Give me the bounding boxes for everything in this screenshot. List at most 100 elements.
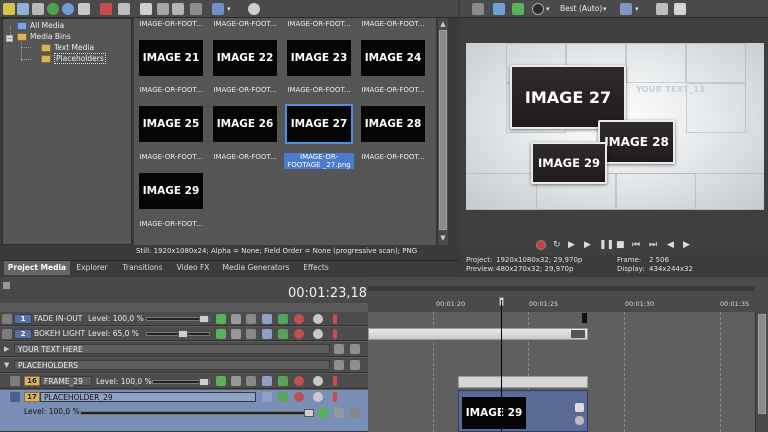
stop-media-icon[interactable] [157,3,169,15]
media-thumbnail[interactable]: IMAGE 24 [361,40,425,76]
clip-fx-icon[interactable] [571,330,585,338]
bokeh-light-clip[interactable] [368,328,588,340]
solo-icon[interactable] [333,314,337,324]
expand-group-icon[interactable]: ▶ [4,345,9,353]
media-thumbnail[interactable]: IMAGE 27 [287,106,351,142]
preview-quality-select[interactable]: Best (Auto) [560,4,602,13]
group-settings-icon[interactable] [334,344,344,354]
track-fx-icon[interactable] [216,376,226,386]
pause-icon[interactable]: ❚❚ [599,240,614,250]
track-motion-icon[interactable] [278,376,288,386]
track-name[interactable]: BOKEH LIGHT [34,329,85,338]
level-slider[interactable] [80,411,310,415]
composite-icon[interactable] [350,408,360,418]
solo-icon[interactable] [333,329,337,339]
capture-icon[interactable] [32,3,44,15]
next-frame-icon[interactable]: ▶ [683,240,693,250]
chevron-down-icon[interactable]: ▾ [546,5,550,13]
track-placeholder-29[interactable]: 17 PLACEHOLDER_29 Level: 100,0 % [0,390,368,432]
expand-track-icon[interactable] [2,314,12,324]
media-thumbnail[interactable]: IMAGE 28 [361,106,425,142]
chevron-down-icon[interactable]: ▾ [603,5,607,13]
compositing-mode-icon[interactable] [262,329,272,339]
refresh-icon[interactable] [62,3,74,15]
mute-icon[interactable] [313,376,323,386]
tab-project-media[interactable]: Project Media [4,261,70,275]
track-group-name[interactable]: YOUR TEXT HERE [14,344,330,354]
event-pan-crop-icon[interactable] [575,403,584,412]
composite-icon[interactable] [246,314,256,324]
level-slider-knob[interactable] [199,315,209,323]
timeline-vertical-scrollbar[interactable] [755,312,768,432]
track-name[interactable]: PLACEHOLDER_29 [40,392,256,402]
solo-icon[interactable] [333,376,337,386]
media-thumbnail[interactable]: IMAGE 21 [139,40,203,76]
media-item-caption[interactable]: IMAGE-OR-FOOT... [136,86,206,94]
track-group-placeholders[interactable]: ▼ PLACEHOLDERS [0,358,368,373]
collapse-group-icon[interactable]: ▼ [4,361,9,369]
media-item-caption[interactable]: IMAGE-OR-FOOT... [358,86,428,94]
media-item-caption[interactable]: IMAGE-OR-FOOT... [136,220,206,228]
motion-icon[interactable] [334,408,344,418]
media-item-caption[interactable]: IMAGE-OR-FOOT... [210,20,280,28]
properties-icon[interactable] [472,3,484,15]
level-slider-knob[interactable] [304,409,314,417]
track-motion-icon[interactable] [278,329,288,339]
composite-icon[interactable] [246,376,256,386]
media-item-caption[interactable]: IMAGE-OR-FOOT... [210,86,280,94]
media-item-caption[interactable]: IMAGE-OR-FOOT... [358,20,428,28]
tab-video-fx[interactable]: Video FX [172,261,214,275]
track-group-your-text-here[interactable]: ▶ YOUR TEXT HERE [0,342,368,357]
scroll-thumb[interactable] [439,30,447,230]
save-snapshot-icon[interactable] [674,3,686,15]
split-screen-icon[interactable] [532,3,544,15]
media-thumbnail[interactable]: IMAGE 25 [139,106,203,142]
expand-track-icon[interactable] [10,376,20,386]
auto-preview-icon[interactable] [172,3,184,15]
media-item-caption[interactable]: IMAGE-OR-FOOT... [136,153,206,161]
settings-icon[interactable] [294,314,304,324]
play-media-icon[interactable] [140,3,152,15]
copy-snapshot-icon[interactable] [656,3,668,15]
overlays-icon[interactable] [620,3,632,15]
track-fx-icon[interactable] [318,408,328,418]
settings-icon[interactable] [294,329,304,339]
record-icon[interactable] [536,240,546,250]
settings-icon[interactable] [294,376,304,386]
go-to-start-icon[interactable]: ⏮ [632,240,642,250]
level-slider-knob[interactable] [178,330,188,338]
expand-track-icon[interactable] [10,392,20,402]
tree-item-all-media[interactable]: All Media [17,20,64,31]
tab-effects[interactable]: Effects [298,261,334,275]
scroll-thumb[interactable] [758,314,766,414]
media-thumbnail[interactable]: IMAGE 26 [213,106,277,142]
frame-29-clip[interactable] [458,376,588,388]
compositing-mode-icon[interactable] [262,314,272,324]
media-item-caption[interactable]: IMAGE-OR-FOOT... [284,86,354,94]
compositing-mode-icon[interactable] [262,392,272,402]
track-header-size-icon[interactable] [3,282,10,289]
track-group-name[interactable]: PLACEHOLDERS [14,360,330,370]
delete-icon[interactable] [100,3,112,15]
event-fx-icon[interactable] [575,416,584,425]
track-bokeh-light[interactable]: 2 BOKEH LIGHT Level: 65,0 % [0,327,368,341]
play-icon[interactable]: ▶ [584,240,594,250]
group-options-icon[interactable] [350,344,360,354]
media-fx-icon[interactable] [3,3,15,15]
track-fx-icon[interactable] [216,314,226,324]
tab-explorer[interactable]: Explorer [72,261,112,275]
fade-clip[interactable] [368,312,588,325]
media-scrollbar[interactable]: ▲ ▼ [437,18,448,245]
go-to-end-icon[interactable]: ⏭ [649,240,659,250]
external-monitor-icon[interactable] [493,3,505,15]
solo-icon[interactable] [333,392,337,402]
collapse-icon[interactable]: − [6,35,13,42]
motion-icon[interactable] [231,376,241,386]
scroll-up-icon[interactable]: ▲ [439,20,447,28]
mute-icon[interactable] [313,314,323,324]
import-media-icon[interactable] [17,3,29,15]
motion-icon[interactable] [231,314,241,324]
mute-icon[interactable] [313,329,323,339]
video-fx-icon[interactable] [512,3,524,15]
motion-icon[interactable] [231,329,241,339]
